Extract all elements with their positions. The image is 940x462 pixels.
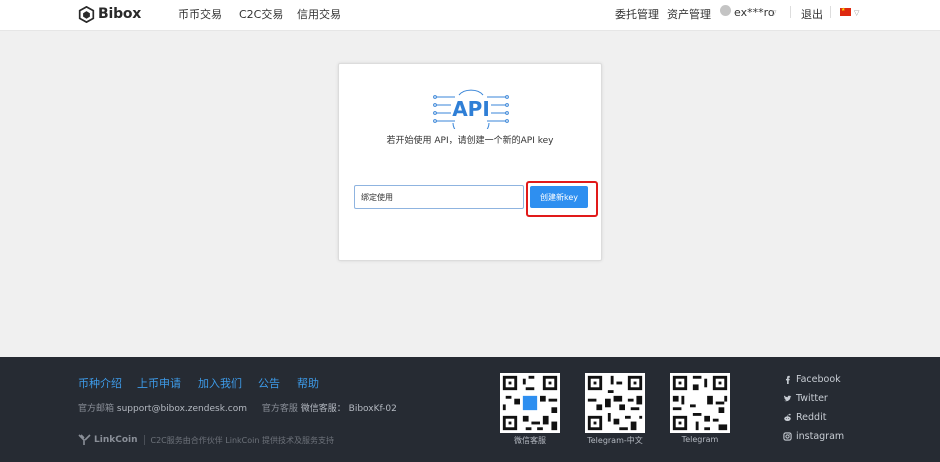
nav-spot-trading[interactable]: 币币交易 bbox=[178, 6, 222, 22]
qr-label-telegram: Telegram bbox=[681, 435, 719, 444]
nav-margin-trading[interactable]: 信用交易 bbox=[297, 6, 341, 22]
page-footer: 币种介绍 上币申请 加入我们 公告 帮助 官方邮箱 support@bibox.… bbox=[0, 357, 940, 462]
qr-code-icon bbox=[670, 373, 730, 433]
api-illustration-icon: API bbox=[433, 89, 509, 129]
wechat-service-id: BiboxKf-02 bbox=[348, 404, 397, 414]
footer-contact-line: 官方邮箱 support@bibox.zendesk.com 官方客服 微信客服… bbox=[78, 401, 397, 414]
api-key-label-input[interactable] bbox=[354, 185, 524, 209]
linkcoin-brand: LinkCoin bbox=[94, 435, 138, 445]
partner-statement: C2C服务由合作伙伴 LinkCoin 提供技术及服务支持 bbox=[150, 435, 335, 445]
footer-link-listing-application[interactable]: 上币申请 bbox=[137, 375, 181, 391]
svg-text:API: API bbox=[452, 97, 490, 121]
logout-link[interactable]: 退出 bbox=[801, 6, 823, 22]
footer-link-join-us[interactable]: 加入我们 bbox=[198, 375, 242, 391]
footer-divider bbox=[143, 435, 145, 445]
qr-label-telegram-chinese: Telegram-中文 bbox=[587, 436, 643, 445]
facebook-label: Facebook bbox=[796, 374, 841, 385]
telegram-chinese-qr-code bbox=[585, 373, 645, 433]
wechat-service-qr-code bbox=[500, 373, 560, 433]
social-link-instagram[interactable]: instagram bbox=[783, 431, 844, 442]
facebook-icon bbox=[785, 375, 790, 384]
social-link-facebook[interactable]: Facebook bbox=[783, 374, 841, 385]
official-service-label: 官方客服 bbox=[261, 404, 298, 414]
bibox-logo[interactable]: Bibox bbox=[78, 4, 141, 24]
official-email-label: 官方邮箱 bbox=[78, 404, 115, 414]
language-chevron-down-icon[interactable]: ▽ bbox=[854, 9, 859, 17]
user-account-menu[interactable]: ex***ro bbox=[734, 6, 775, 19]
qr-code-icon bbox=[585, 373, 645, 433]
header-divider bbox=[830, 6, 831, 18]
nav-order-management[interactable]: 委托管理 bbox=[615, 6, 659, 22]
footer-partner-line: LinkCoin C2C服务由合作伙伴 LinkCoin 提供技术及服务支持 bbox=[78, 434, 334, 446]
china-flag-icon[interactable]: ★ bbox=[840, 7, 851, 16]
reddit-icon bbox=[784, 413, 791, 422]
brand-name: Bibox bbox=[98, 6, 142, 22]
api-key-card: API 若开始使用 API，请创建一个新的API key 创建新key bbox=[338, 63, 602, 261]
nav-asset-management[interactable]: 资产管理 bbox=[667, 6, 711, 22]
footer-link-announcements[interactable]: 公告 bbox=[258, 375, 280, 391]
instagram-icon bbox=[783, 432, 792, 441]
api-intro-text: 若开始使用 API，请创建一个新的API key bbox=[386, 136, 554, 146]
nav-c2c-trading[interactable]: C2C交易 bbox=[239, 6, 283, 22]
instagram-label: instagram bbox=[796, 431, 845, 442]
reddit-label: Reddit bbox=[796, 412, 827, 423]
social-link-reddit[interactable]: Reddit bbox=[783, 412, 826, 423]
footer-link-help[interactable]: 帮助 bbox=[297, 375, 319, 391]
bibox-logo-icon bbox=[78, 5, 95, 23]
twitter-icon bbox=[783, 395, 792, 402]
twitter-label: Twitter bbox=[796, 393, 828, 404]
footer-link-coin-intro[interactable]: 币种介绍 bbox=[78, 375, 122, 391]
qr-code-icon bbox=[500, 373, 560, 433]
qr-label-wechat: 微信客服 bbox=[514, 436, 546, 445]
wechat-service-label: 微信客服： bbox=[300, 404, 346, 414]
header-divider bbox=[790, 6, 791, 18]
linkcoin-logo-icon bbox=[78, 434, 91, 445]
user-avatar-icon bbox=[720, 5, 731, 16]
official-email[interactable]: support@bibox.zendesk.com bbox=[117, 404, 247, 414]
create-new-key-button[interactable]: 创建新key bbox=[530, 186, 588, 208]
telegram-qr-code bbox=[670, 373, 730, 433]
top-header: Bibox 币币交易 C2C交易 信用交易 委托管理 资产管理 ex***ro … bbox=[0, 0, 940, 31]
chevron-down-icon: ▽ bbox=[771, 9, 777, 17]
social-link-twitter[interactable]: Twitter bbox=[783, 393, 828, 404]
